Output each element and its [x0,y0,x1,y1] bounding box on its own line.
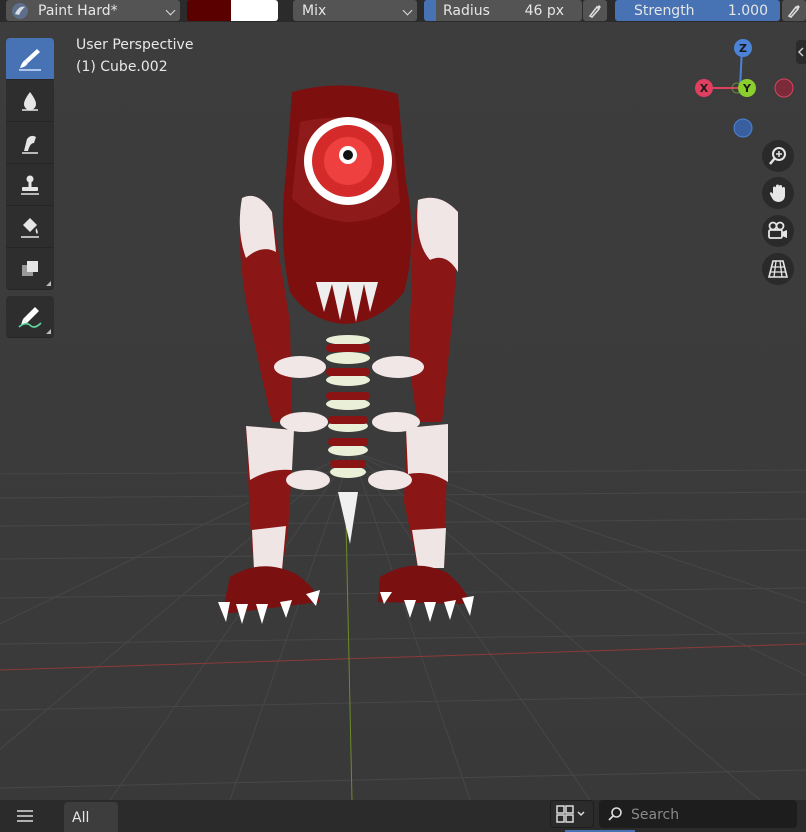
gizmo-axis-x[interactable]: X [695,79,713,97]
tab-all-label: All [72,810,90,826]
brush-selector[interactable]: Paint Hard* [6,0,180,21]
chevron-down-icon [402,5,413,16]
navigation-gizmo[interactable]: Z X Y [690,36,800,146]
draw-brush-icon [19,48,41,71]
perspective-toggle-button[interactable] [762,253,794,285]
mask-icon [22,260,38,276]
strength-slider[interactable]: Strength 1.000 [615,0,780,21]
brush-preview-icon [12,2,28,19]
strength-value: 1.000 [727,2,768,19]
tool-annotate[interactable] [6,296,54,338]
search-icon [608,807,622,821]
radius-accent [424,0,436,21]
asset-shelf-footer: All [0,800,806,832]
sidebar-toggle[interactable] [796,40,806,64]
floor-grid [0,85,806,800]
chevron-left-icon [797,47,804,57]
gizmo-axis-y[interactable]: Y [738,79,756,97]
secondary-color-swatch[interactable] [231,0,278,21]
camera-view-button[interactable] [762,215,794,247]
smear-icon [22,135,38,154]
soften-drop-icon [22,91,38,111]
gizmo-label-z: Z [739,42,747,55]
radius-label: Radius [443,2,490,19]
chevron-down-icon [577,811,585,817]
gizmo-label-x: X [700,82,709,95]
radius-pressure-button[interactable] [583,0,607,21]
search-box [599,800,797,828]
brush-name: Paint Hard* [38,2,118,19]
gizmo-label-y: Y [742,82,752,95]
camera-icon [768,221,787,239]
primary-color-swatch[interactable] [187,0,231,21]
blend-mode-value: Mix [302,2,327,19]
blend-mode-select[interactable]: Mix [293,0,417,21]
view-name: User Perspective [76,37,194,53]
tool-draw[interactable] [6,38,54,80]
grid-view-icon [556,805,574,823]
hamburger-menu-icon[interactable] [16,809,34,823]
fill-bucket-icon [21,217,39,238]
perspective-grid-icon [767,260,789,278]
tab-all[interactable]: All [64,802,118,832]
zoom-icon [769,147,786,165]
tool-submenu-indicator [46,329,51,334]
pan-button[interactable] [762,177,794,209]
annotate-pencil-icon [18,306,42,328]
paint-toolbar [6,38,54,338]
zoom-button[interactable] [762,140,794,172]
display-mode-button[interactable] [550,800,594,828]
tool-mask[interactable] [6,248,54,290]
tool-soften[interactable] [6,80,54,122]
hand-pan-icon [769,184,785,202]
tool-clone[interactable] [6,164,54,206]
radius-slider[interactable]: Radius 46 px [424,0,582,21]
gizmo-axis-z[interactable]: Z [734,39,752,57]
strength-label: Strength [634,2,695,19]
3d-viewport[interactable]: User Perspective (1) Cube.002 Z X Y [0,22,806,800]
radius-value: 46 px [524,2,564,19]
strength-pressure-button[interactable] [782,0,806,21]
tool-fill[interactable] [6,206,54,248]
tool-header: Paint Hard* Mix Radius 46 px Strength 1.… [0,0,806,22]
object-name: (1) Cube.002 [76,59,168,75]
pen-pressure-icon [787,4,800,18]
search-input[interactable] [629,804,793,826]
tool-smear[interactable] [6,122,54,164]
tool-submenu-indicator [46,281,51,286]
clone-stamp-icon [21,175,39,195]
pen-pressure-icon [588,4,601,18]
chevron-down-icon [165,5,176,16]
